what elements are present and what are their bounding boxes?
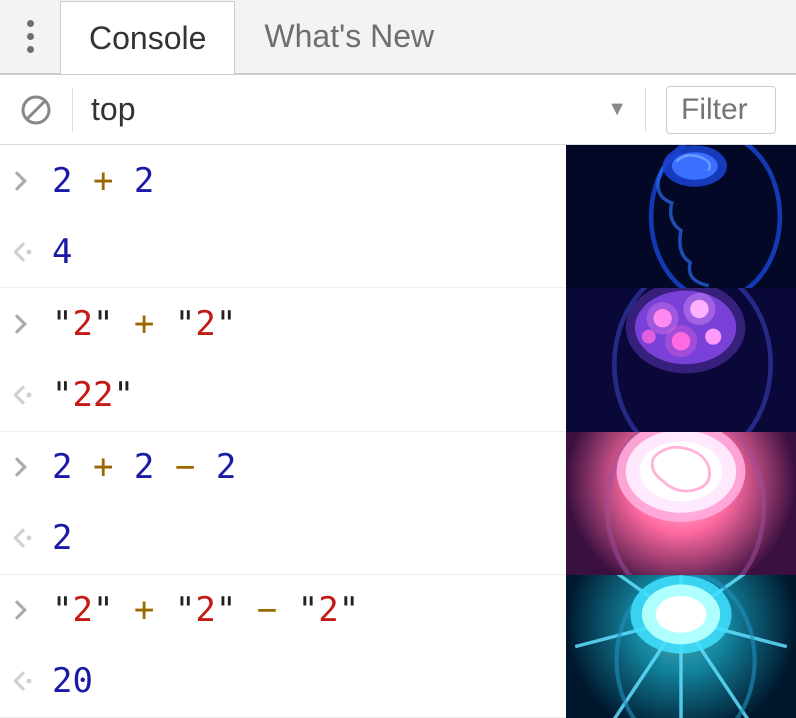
chevron-right-icon <box>14 457 36 477</box>
console-input-code: 2 + 2 − 2 <box>52 447 236 487</box>
brain-expanding-panel <box>566 432 796 575</box>
console-output-value: 2 <box>52 518 72 558</box>
output-arrow-icon <box>14 528 36 548</box>
console-entry-group: "2" + "2" − "2" 20 <box>0 575 566 718</box>
brain-glowing-panel <box>566 288 796 431</box>
filter-input[interactable] <box>666 86 776 134</box>
execution-context-select[interactable]: top ▼ <box>72 88 646 132</box>
console-log: 2 + 2 4 "2" + "2" "22" 2 + 2 − 2 2 "2" + "2" −… <box>0 145 566 718</box>
console-output-row: 4 <box>0 216 566 287</box>
console-entry-group: "2" + "2" "22" <box>0 288 566 431</box>
console-output-row: 2 <box>0 503 566 574</box>
devtools-header: Console What's New <box>0 0 796 75</box>
chevron-right-icon <box>14 314 36 334</box>
console-input-row[interactable]: 2 + 2 − 2 <box>0 432 566 503</box>
meme-column <box>566 145 796 718</box>
console-input-row[interactable]: 2 + 2 <box>0 145 566 216</box>
output-arrow-icon <box>14 671 36 691</box>
clear-console-icon[interactable] <box>20 94 52 126</box>
console-output-row: 20 <box>0 646 566 717</box>
tab-console[interactable]: Console <box>60 1 235 74</box>
console-toolbar: top ▼ <box>0 75 796 145</box>
console-input-code: "2" + "2" − "2" <box>52 590 359 630</box>
console-entry-group: 2 + 2 4 <box>0 145 566 288</box>
brain-small-panel <box>566 145 796 288</box>
console-output-value: 20 <box>52 661 93 701</box>
console-input-row[interactable]: "2" + "2" <box>0 288 566 359</box>
chevron-right-icon <box>14 600 36 620</box>
kebab-menu-icon[interactable] <box>0 20 60 53</box>
chevron-right-icon <box>14 171 36 191</box>
console-output-row: "22" <box>0 359 566 430</box>
console-input-row[interactable]: "2" + "2" − "2" <box>0 575 566 646</box>
console-input-code: "2" + "2" <box>52 304 236 344</box>
tab-whats-new[interactable]: What's New <box>235 0 463 73</box>
console-input-code: 2 + 2 <box>52 161 154 201</box>
console-entry-group: 2 + 2 − 2 2 <box>0 432 566 575</box>
console-output-value: "22" <box>52 375 134 415</box>
console-body: 2 + 2 4 "2" + "2" "22" 2 + 2 − 2 2 "2" + "2" −… <box>0 145 796 718</box>
chevron-down-icon: ▼ <box>607 98 627 121</box>
console-output-value: 4 <box>52 232 72 272</box>
output-arrow-icon <box>14 385 36 405</box>
output-arrow-icon <box>14 242 36 262</box>
context-label: top <box>91 91 135 128</box>
brain-cosmic-panel <box>566 575 796 718</box>
tab-bar: Console What's New <box>60 0 463 73</box>
